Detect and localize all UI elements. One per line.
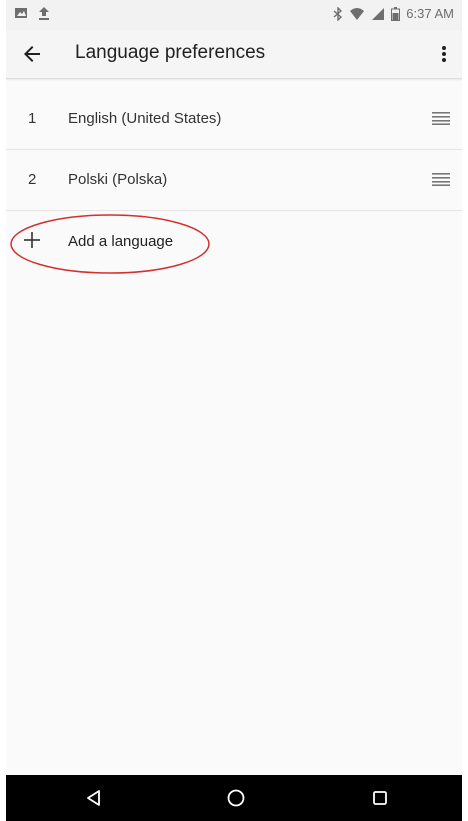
overflow-menu-button[interactable] [432, 42, 456, 66]
nav-home-button[interactable] [224, 786, 248, 810]
phone-screen: 6:37 AM Language preferences 1 English (… [6, 0, 462, 821]
more-vert-icon [442, 46, 446, 62]
nav-back-button[interactable] [82, 786, 106, 810]
bluetooth-icon [333, 6, 343, 21]
status-bar: 6:37 AM [6, 0, 462, 30]
drag-handle-icon[interactable] [432, 111, 450, 125]
status-right-icons: 6:37 AM [333, 6, 454, 21]
language-index: 1 [28, 110, 37, 127]
upload-icon [39, 7, 49, 20]
nav-recents-button[interactable] [368, 786, 392, 810]
status-time: 6:37 AM [406, 6, 454, 21]
language-index: 2 [28, 171, 37, 188]
drag-handle-icon[interactable] [432, 172, 450, 186]
back-triangle-icon [87, 790, 100, 806]
highlight-ellipse [10, 214, 210, 274]
home-circle-icon [227, 789, 245, 807]
navigation-bar [6, 775, 462, 821]
page-title: Language preferences [75, 42, 266, 63]
language-name: English (United States) [68, 110, 222, 127]
language-row-1[interactable]: 1 English (United States) [6, 89, 462, 150]
status-left-icons [14, 6, 50, 20]
signal-icon [372, 7, 385, 20]
arrow-back-icon [24, 46, 40, 62]
image-icon [15, 8, 27, 18]
back-button[interactable] [20, 42, 44, 66]
language-row-2[interactable]: 2 Polski (Polska) [6, 150, 462, 211]
app-bar: Language preferences [6, 30, 462, 79]
wifi-icon [350, 7, 365, 20]
battery-icon [391, 6, 401, 21]
recents-square-icon [373, 791, 387, 805]
language-name: Polski (Polska) [68, 171, 168, 188]
